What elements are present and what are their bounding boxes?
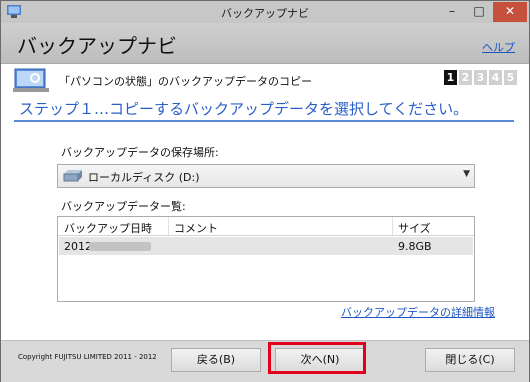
location-value: ローカルディスク (D:) <box>88 171 200 184</box>
main-panel: 「パソコンの状態」のバックアップデータのコピー 1 2 3 4 5 ステップ１…… <box>1 64 529 340</box>
backup-list[interactable]: バックアップ日時 コメント サイズ 2012/ 9.8GB <box>57 216 475 302</box>
copyright: Copyright FUJITSU LIMITED 2011 - 2012 <box>18 353 157 361</box>
chevron-down-icon: ▼ <box>463 169 470 179</box>
column-header-size[interactable]: サイズ <box>398 220 431 236</box>
step-1: 1 <box>444 70 457 85</box>
app-header: バックアップナビ ヘルプ <box>1 23 529 64</box>
column-divider <box>168 217 169 235</box>
backup-detail-link[interactable]: バックアップデータの詳細情報 <box>341 304 495 320</box>
close-window-button[interactable]: ✕ <box>493 2 527 22</box>
column-header-comment[interactable]: コメント <box>174 220 218 236</box>
step-caption: 「パソコンの状態」のバックアップデータのコピー <box>59 75 312 88</box>
step-3: 3 <box>474 70 487 85</box>
table-row[interactable]: 2012/ 9.8GB <box>59 237 473 255</box>
backup-list-label: バックアップデーター覧: <box>61 200 186 213</box>
pc-settings-icon <box>13 68 49 92</box>
help-link[interactable]: ヘルプ <box>482 39 515 55</box>
redacted-date-time <box>89 242 151 251</box>
column-divider <box>392 217 393 235</box>
column-header-date[interactable]: バックアップ日時 <box>64 220 152 236</box>
location-label: バックアップデータの保存場所: <box>61 146 219 159</box>
step-4: 4 <box>489 70 502 85</box>
maximize-button[interactable]: □ <box>465 2 493 22</box>
next-button-highlight <box>268 342 366 374</box>
location-select[interactable]: ローカルディスク (D:) ▼ <box>57 164 475 188</box>
minimize-button[interactable]: – <box>438 2 466 22</box>
title-bar[interactable]: バックアップナビ – □ ✕ <box>1 1 529 23</box>
footer: Copyright FUJITSU LIMITED 2011 - 2012 戻る… <box>1 340 529 382</box>
heading-divider <box>14 120 514 122</box>
back-button[interactable]: 戻る(B) <box>171 348 261 372</box>
step-2: 2 <box>459 70 472 85</box>
step-heading: ステップ１…コピーするバックアップデータを選択してください。 <box>19 100 469 118</box>
close-button[interactable]: 閉じる(C) <box>425 348 515 372</box>
app-title: バックアップナビ <box>17 34 177 58</box>
drive-icon <box>63 170 82 182</box>
backup-navi-window: バックアップナビ – □ ✕ バックアップナビ ヘルプ 「パソコンの状態」のバッ… <box>0 0 530 382</box>
row-size: 9.8GB <box>398 240 432 253</box>
backup-list-header: バックアップ日時 コメント サイズ <box>58 217 474 236</box>
step-5: 5 <box>504 70 517 85</box>
step-indicator: 1 2 3 4 5 <box>444 70 517 85</box>
